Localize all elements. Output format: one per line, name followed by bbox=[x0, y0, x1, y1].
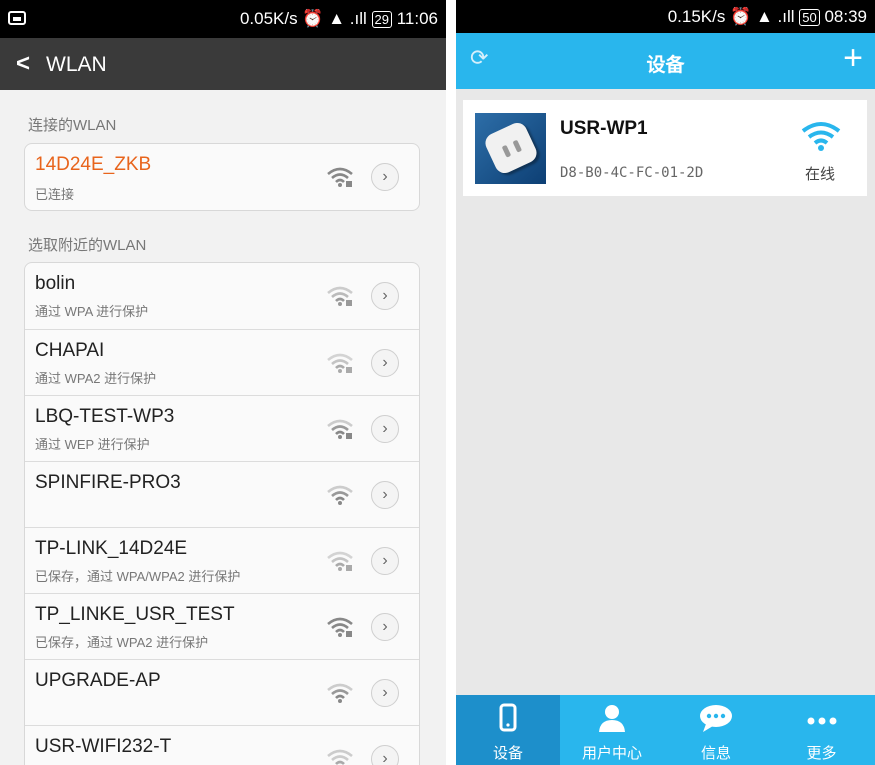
wifi-locked-icon bbox=[327, 286, 353, 306]
page-title: WLAN bbox=[46, 53, 107, 76]
battery-level: 50 bbox=[799, 9, 820, 26]
wifi-locked-icon bbox=[327, 551, 353, 571]
wifi-open-icon bbox=[327, 485, 353, 505]
device-card[interactable]: USR-WP1 D8-B0-4C-FC-01-2D 在线 bbox=[463, 100, 867, 196]
signal-icon: .ıll bbox=[777, 7, 795, 26]
network-row[interactable]: TP_LINKE_USR_TEST 已保存，通过 WPA2 进行保护 › bbox=[25, 593, 419, 659]
app-header: ⟳ 设备 + bbox=[456, 33, 875, 89]
network-ssid: USR-WIFI232-T bbox=[35, 736, 172, 757]
connected-network-group: 14D24E_ZKB 已连接 › bbox=[24, 143, 420, 211]
tab-label: 设备 bbox=[492, 745, 523, 762]
network-details-button[interactable]: › bbox=[371, 415, 399, 443]
tab-more[interactable]: 更多 bbox=[768, 695, 875, 765]
nearby-networks-group: bolin 通过 WPA 进行保护 › CHAPAI 通过 WPA2 进行保护 … bbox=[24, 262, 420, 765]
network-ssid: UPGRADE-AP bbox=[35, 670, 161, 691]
wifi-locked-icon bbox=[327, 353, 353, 373]
chat-icon bbox=[700, 705, 732, 732]
device-mac: D8-B0-4C-FC-01-2D bbox=[560, 165, 704, 181]
wifi-open-icon bbox=[327, 683, 353, 703]
network-ssid: CHAPAI bbox=[35, 340, 105, 361]
network-row[interactable]: USR-WIFI232-T › bbox=[25, 725, 419, 765]
tab-label: 用户中心 bbox=[581, 745, 642, 762]
network-row[interactable]: bolin 通过 WPA 进行保护 › bbox=[25, 263, 419, 329]
network-details-button[interactable]: › bbox=[371, 349, 399, 377]
wifi-locked-icon bbox=[327, 419, 353, 439]
wifi-open-icon bbox=[327, 749, 353, 765]
clock: 11:06 bbox=[396, 9, 438, 28]
network-ssid: TP-LINK_14D24E bbox=[35, 538, 188, 559]
network-security: 通过 WEP 进行保护 bbox=[35, 437, 150, 452]
network-ssid: bolin bbox=[35, 273, 76, 294]
phone-icon bbox=[499, 703, 517, 732]
network-details-button[interactable]: › bbox=[371, 163, 399, 191]
network-speed: 0.15K/s bbox=[667, 7, 726, 26]
nearby-section-label: 选取附近的WLAN bbox=[28, 237, 147, 254]
wlan-settings-screen: 0.05K/s ⏰ ▲ .ıll 29 11:06 < WLAN 连接的WLAN… bbox=[0, 0, 446, 765]
network-row[interactable]: CHAPAI 通过 WPA2 进行保护 › bbox=[25, 329, 419, 395]
clock: 08:39 bbox=[824, 7, 867, 26]
signal-icon: .ıll bbox=[349, 9, 367, 28]
tab-user-center[interactable]: 用户中心 bbox=[560, 695, 664, 765]
tab-devices[interactable]: 设备 bbox=[456, 695, 560, 765]
connected-network-row[interactable]: 14D24E_ZKB 已连接 › bbox=[25, 144, 419, 210]
status-bar: 0.05K/s ⏰ ▲ .ıll 29 11:06 bbox=[0, 0, 446, 38]
bottom-tab-bar: 设备 用户中心 信息 更多 bbox=[456, 695, 875, 765]
user-icon bbox=[599, 705, 625, 732]
wifi-signal-icon bbox=[801, 122, 841, 151]
add-device-icon[interactable]: + bbox=[843, 39, 863, 78]
status-info: 0.05K/s ⏰ ▲ .ıll 29 11:06 bbox=[239, 9, 438, 28]
network-ssid: LBQ-TEST-WP3 bbox=[35, 406, 175, 427]
status-bar: 0.15K/s ⏰ ▲ .ıll 50 08:39 bbox=[456, 0, 875, 33]
network-details-button[interactable]: › bbox=[371, 745, 399, 765]
device-status: 在线 bbox=[805, 166, 836, 183]
network-row[interactable]: SPINFIRE-PRO3 › bbox=[25, 461, 419, 527]
battery-level: 29 bbox=[371, 11, 392, 28]
wifi-locked-icon bbox=[327, 167, 353, 187]
image-notification-icon bbox=[8, 11, 26, 25]
network-row[interactable]: TP-LINK_14D24E 已保存，通过 WPA/WPA2 进行保护 › bbox=[25, 527, 419, 593]
wifi-locked-icon bbox=[327, 617, 353, 637]
network-ssid: TP_LINKE_USR_TEST bbox=[35, 604, 235, 625]
network-details-button[interactable]: › bbox=[371, 282, 399, 310]
back-arrow-icon[interactable]: < bbox=[16, 50, 30, 78]
network-security: 已保存，通过 WPA/WPA2 进行保护 bbox=[35, 569, 241, 584]
network-ssid: 14D24E_ZKB bbox=[35, 154, 152, 175]
title-bar: < WLAN bbox=[0, 38, 446, 90]
network-security: 已保存，通过 WPA2 进行保护 bbox=[35, 635, 209, 650]
network-speed: 0.05K/s bbox=[239, 9, 298, 28]
network-security: 通过 WPA2 进行保护 bbox=[35, 371, 157, 386]
network-ssid: SPINFIRE-PRO3 bbox=[35, 472, 181, 493]
network-details-button[interactable]: › bbox=[371, 547, 399, 575]
device-list-screen: 0.15K/s ⏰ ▲ .ıll 50 08:39 ⟳ 设备 + USR-WP1… bbox=[456, 0, 875, 765]
status-info: 0.15K/s ⏰ ▲ .ıll 50 08:39 bbox=[667, 7, 867, 26]
tab-messages[interactable]: 信息 bbox=[664, 695, 768, 765]
network-details-button[interactable]: › bbox=[371, 481, 399, 509]
smart-plug-image bbox=[482, 119, 540, 177]
tab-label: 信息 bbox=[700, 745, 731, 762]
more-icon bbox=[807, 717, 836, 725]
network-details-button[interactable]: › bbox=[371, 679, 399, 707]
tab-label: 更多 bbox=[806, 745, 837, 762]
network-details-button[interactable]: › bbox=[371, 613, 399, 641]
page-title: 设备 bbox=[646, 55, 685, 76]
device-thumbnail bbox=[475, 113, 546, 184]
network-row[interactable]: LBQ-TEST-WP3 通过 WEP 进行保护 › bbox=[25, 395, 419, 461]
network-security: 通过 WPA 进行保护 bbox=[35, 304, 149, 319]
network-status: 已连接 bbox=[35, 187, 75, 202]
device-name: USR-WP1 bbox=[560, 118, 648, 139]
connected-section-label: 连接的WLAN bbox=[28, 117, 117, 134]
network-row[interactable]: UPGRADE-AP › bbox=[25, 659, 419, 725]
